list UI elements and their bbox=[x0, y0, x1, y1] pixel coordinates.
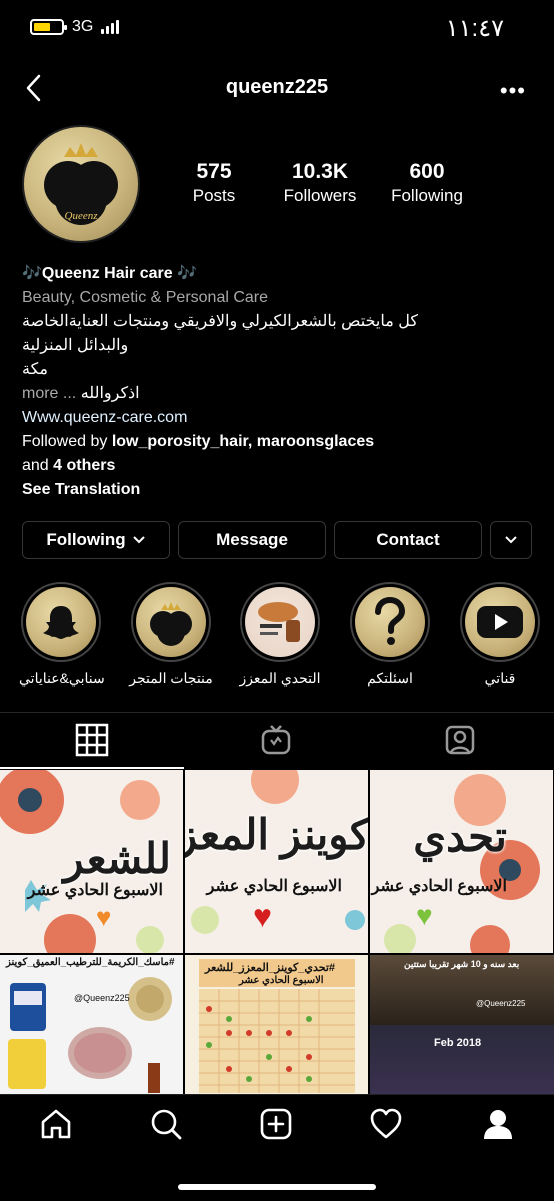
network-label: 3G bbox=[72, 18, 94, 35]
home-icon[interactable] bbox=[36, 1104, 76, 1144]
active-tab-indicator bbox=[0, 767, 184, 769]
igtv-tab-icon[interactable] bbox=[256, 720, 296, 760]
post-thumbnail-4[interactable]: #ماسك_الكريمة_للترطيب_العميق_كوينز @Quee… bbox=[0, 955, 183, 1094]
post-6-handle: @Queenz225 bbox=[476, 999, 526, 1008]
highlight-label: التحدي المعزز bbox=[239, 670, 321, 686]
post-5-sub: الاسبوع الحادي عشر bbox=[239, 975, 324, 986]
signal-icon bbox=[101, 20, 120, 34]
hair-oil-image bbox=[258, 602, 300, 642]
green-heart-icon: ♥ bbox=[416, 900, 433, 931]
battery-icon bbox=[30, 19, 67, 35]
bio-line-4-text: اذكروالله bbox=[80, 385, 140, 402]
profile-avatar[interactable]: Queenz bbox=[22, 125, 140, 243]
highlight-label: سنابي&عناياتي bbox=[19, 670, 105, 686]
orange-heart-icon: ♥ bbox=[96, 902, 112, 932]
post-6-date: Feb 2018 bbox=[434, 1037, 482, 1049]
bio-line-2: والبدائل المنزلية bbox=[22, 337, 129, 354]
post-4-caption: #ماسك_الكريمة_للترطيب_العميق_كوينز bbox=[6, 957, 175, 968]
suggested-dropdown-button[interactable] bbox=[490, 521, 532, 559]
followed-others-count[interactable]: 4 others bbox=[53, 457, 115, 474]
followed-by[interactable]: Followed by low_porosity_hair, maroonsgl… bbox=[22, 430, 522, 454]
following-label: Following bbox=[391, 186, 463, 205]
highlight-label: قناتي bbox=[484, 670, 516, 686]
activity-heart-icon[interactable] bbox=[366, 1104, 406, 1144]
home-indicator bbox=[178, 1184, 376, 1190]
post-thumbnail-2[interactable]: كوينز المعزز الاسبوع الحادي عشر ♥ bbox=[185, 770, 368, 953]
contact-button[interactable]: Contact bbox=[334, 521, 482, 559]
queenz-logo bbox=[150, 602, 192, 646]
tagged-tab-icon[interactable] bbox=[440, 720, 480, 760]
more-options-icon[interactable]: ••• bbox=[500, 78, 526, 104]
bio-line-4: more ... اذكروالله bbox=[22, 382, 522, 406]
followed-and: and bbox=[22, 457, 54, 474]
posts-count: 575 bbox=[196, 160, 232, 183]
status-time: ١١:٤٧ bbox=[445, 15, 504, 42]
post-1-week: الاسبوع الحادي عشر bbox=[27, 882, 163, 899]
following-stat[interactable]: 600 Following bbox=[383, 160, 471, 206]
status-bar-left: 3G bbox=[30, 18, 120, 36]
bio-line-1: كل مايختص بالشعرالكيرلي والافريقي ومنتجا… bbox=[22, 313, 418, 330]
contact-button-label: Contact bbox=[376, 530, 440, 549]
post-2-title: كوينز المعزز bbox=[185, 811, 368, 858]
bio-name: 🎶Queenz Hair care 🎶 bbox=[22, 265, 198, 282]
followers-stat[interactable]: 10.3K Followers bbox=[276, 160, 364, 206]
bio-category: Beauty, Cosmetic & Personal Care bbox=[22, 289, 269, 306]
bio-more-link[interactable]: more ... bbox=[22, 385, 76, 402]
chevron-down-icon bbox=[505, 536, 517, 544]
message-button[interactable]: Message bbox=[178, 521, 326, 559]
post-thumbnail-5[interactable]: #تحدي_كوينز_المعزز_للشعر الاسبوع الحادي … bbox=[185, 955, 368, 1094]
search-icon[interactable] bbox=[146, 1104, 186, 1144]
snapchat-icon bbox=[43, 606, 79, 639]
post-thumbnail-3[interactable]: تحدي الاسبوع الحادي عشر ♥ bbox=[370, 770, 553, 953]
highlight-label: اسئلتكم bbox=[367, 670, 413, 686]
followers-count: 10.3K bbox=[291, 160, 349, 183]
post-6-photo-bottom bbox=[370, 1025, 554, 1094]
post-5-caption: #تحدي_كوينز_المعزز_للشعر bbox=[205, 962, 336, 974]
following-count: 600 bbox=[409, 160, 445, 183]
highlight-questions[interactable]: اسئلتكم bbox=[348, 582, 432, 687]
bio-line-3: مكة bbox=[22, 361, 48, 378]
website-link[interactable]: Www.queenz-care.com bbox=[22, 406, 522, 430]
post-4-handle: @Queenz225 bbox=[74, 993, 130, 1003]
chevron-down-icon bbox=[132, 536, 145, 544]
followers-label: Followers bbox=[283, 186, 357, 205]
svg-text:Queenz: Queenz bbox=[65, 210, 99, 222]
profile-username: queenz225 bbox=[225, 76, 329, 98]
post-2-week: الاسبوع الحادي عشر bbox=[206, 878, 342, 895]
highlight-channel[interactable]: قناتي bbox=[458, 582, 542, 687]
posts-stat[interactable]: 575 Posts bbox=[186, 160, 242, 206]
grid-tab-icon[interactable] bbox=[72, 720, 112, 760]
new-post-icon[interactable] bbox=[256, 1104, 296, 1144]
following-button[interactable]: Following bbox=[22, 521, 170, 559]
post-3-title: تحدي bbox=[413, 813, 507, 860]
highlight-store[interactable]: منتجات المتجر bbox=[129, 582, 213, 687]
post-6-caption: بعد سنه و 10 شهر تقريبا ستتين bbox=[404, 959, 520, 969]
highlight-challenge[interactable]: التحدي المعزز bbox=[238, 582, 322, 687]
posts-label: Posts bbox=[192, 186, 236, 205]
followed-by-names[interactable]: low_porosity_hair, maroonsglaces bbox=[112, 433, 374, 450]
post-1-title: للشعر bbox=[63, 835, 171, 882]
post-thumbnail-1[interactable]: للشعر الاسبوع الحادي عشر ♥ bbox=[0, 770, 183, 953]
post-thumbnail-6[interactable]: بعد سنه و 10 شهر تقريبا ستتين @Queenz225… bbox=[370, 955, 554, 1094]
message-button-label: Message bbox=[216, 530, 288, 549]
youtube-icon bbox=[477, 606, 523, 638]
question-icon bbox=[375, 596, 406, 645]
profile-icon[interactable] bbox=[478, 1104, 518, 1144]
highlight-snap[interactable]: سنابي&عناياتي bbox=[19, 582, 105, 687]
following-button-label: Following bbox=[46, 530, 126, 549]
red-heart-icon: ♥ bbox=[253, 898, 272, 934]
followed-by-prefix: Followed by bbox=[22, 433, 112, 450]
followed-by-others[interactable]: and 4 others bbox=[22, 454, 522, 478]
post-3-week: الاسبوع الحادي عشر bbox=[371, 878, 507, 895]
see-translation-link[interactable]: See Translation bbox=[22, 478, 522, 502]
highlight-label: منتجات المتجر bbox=[129, 670, 213, 686]
